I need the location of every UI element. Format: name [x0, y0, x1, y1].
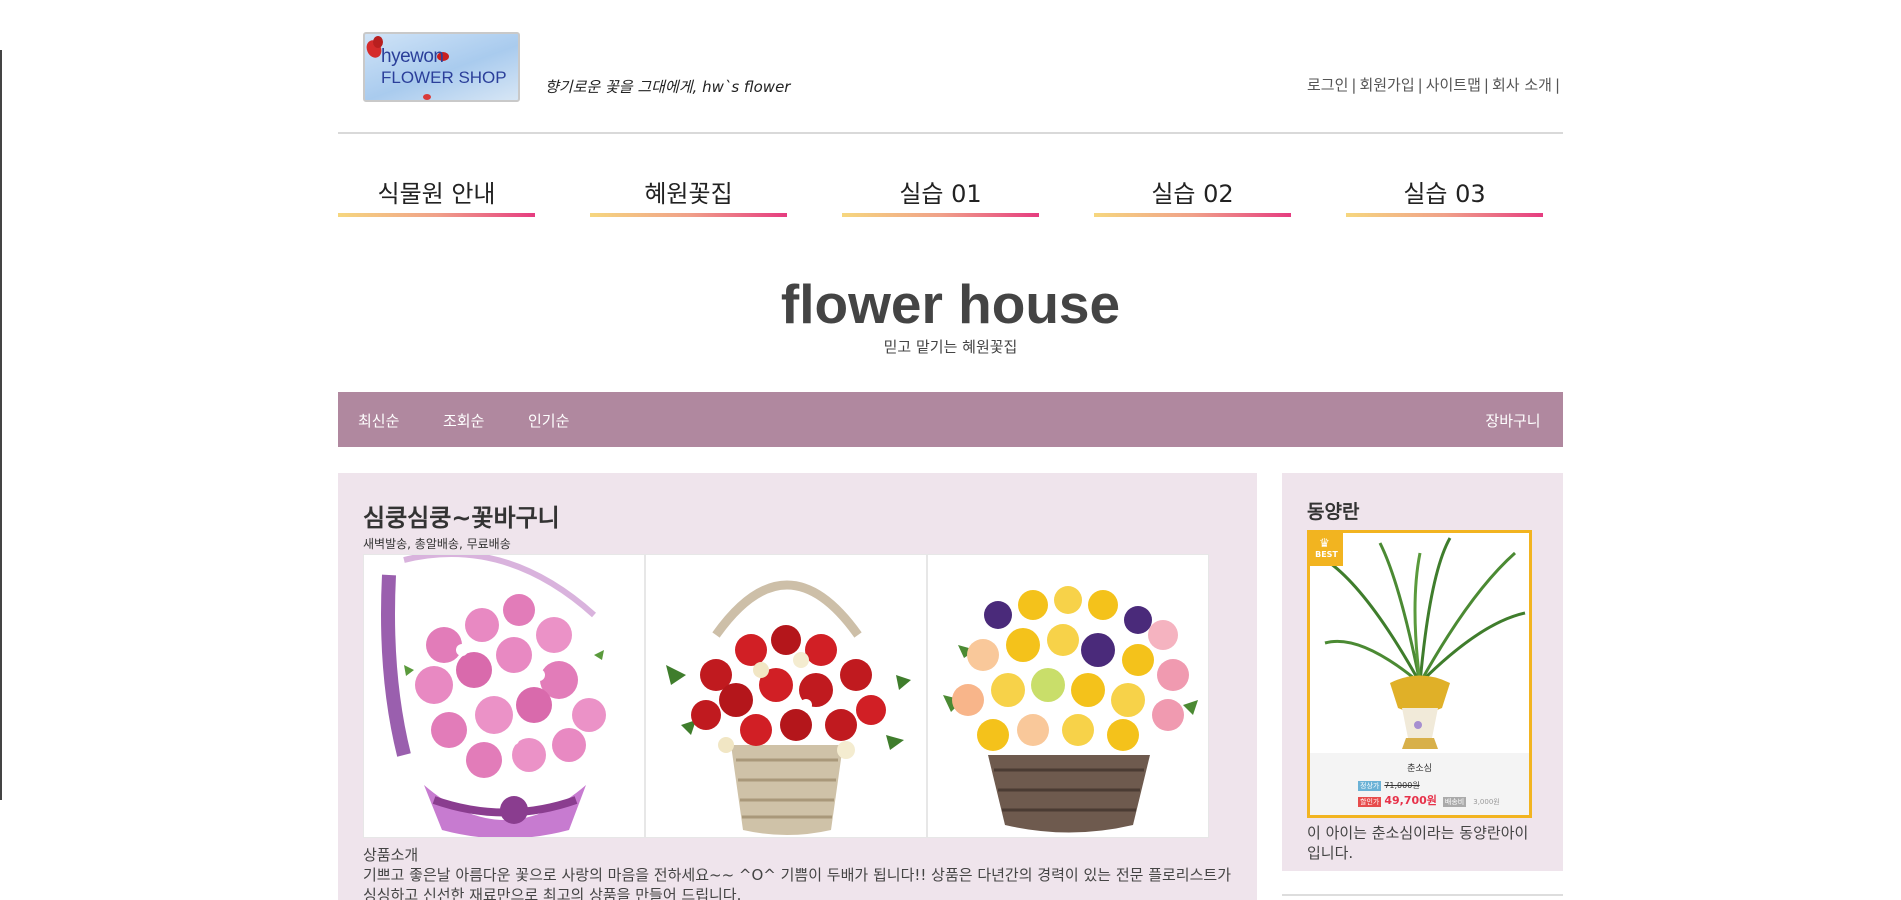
page-title: flower house	[780, 273, 1121, 335]
sort-tab-views[interactable]: 조회순	[443, 410, 484, 431]
link-separator: |	[1483, 76, 1489, 94]
product-image-pink-basket[interactable]	[363, 554, 645, 838]
nav-item-practice-02[interactable]: 실습 02	[1094, 174, 1291, 217]
site-slogan: 향기로운 꽃을 그대에게, hw`s flower	[545, 78, 791, 96]
shipping-tag: 배송비	[1442, 797, 1467, 807]
side-panel: 동양란 ♛ BEST 춘소심 정상가 71,000원 할인가 49,700원 배송비 3,…	[1282, 473, 1563, 871]
side-title: 동양란	[1307, 501, 1360, 523]
old-price: 71,000원	[1384, 781, 1420, 790]
cart-link[interactable]: 장바구니	[1463, 410, 1563, 431]
product-gallery	[363, 554, 1232, 838]
card-info: 춘소심 정상가 71,000원 할인가 49,700원 배송비 3,000원	[1310, 753, 1529, 815]
nav-item-practice-03[interactable]: 실습 03	[1346, 174, 1543, 217]
product-panel: 심쿵심쿵~꽃바구니 새벽발송, 총알배송, 무료배송 상품소개 기쁘고 좋은날 …	[338, 473, 1257, 900]
product-desc-title: 상품소개	[363, 846, 419, 864]
login-link[interactable]: 로그인	[1307, 76, 1348, 94]
main-nav: 식물원 안내 혜원꽃집 실습 01 실습 02 실습 03	[338, 134, 1563, 254]
pink-basket-illustration	[381, 555, 606, 837]
link-separator: |	[1417, 76, 1423, 94]
nav-underline	[1094, 213, 1291, 217]
orchid-product-card[interactable]: ♛ BEST 춘소심 정상가 71,000원 할인가 49,700원 배송비 3,000원	[1307, 530, 1532, 818]
nav-underline	[842, 213, 1039, 217]
hero-section: flower house 믿고 맡기는 혜원꽃집	[338, 254, 1563, 392]
nav-item-label: 혜원꽃집	[644, 180, 733, 208]
link-separator: |	[1351, 76, 1357, 94]
nav-underline	[338, 213, 535, 217]
nav-item-label: 실습 03	[1403, 180, 1486, 208]
site-header: hyewon FLOWER SHOP 향기로운 꽃을 그대에게, hw`s fl…	[338, 0, 1563, 134]
card-list-price: 정상가 71,000원	[1358, 780, 1420, 791]
nav-item-label: 실습 02	[1151, 180, 1234, 208]
nav-underline	[590, 213, 787, 217]
nav-item-label: 식물원 안내	[377, 180, 496, 208]
product-image-yellow-basket[interactable]	[927, 554, 1209, 838]
shipping-price: 3,000원	[1473, 798, 1500, 806]
page-subtitle: 믿고 맡기는 혜원꽃집	[883, 338, 1018, 356]
product-image-red-basket[interactable]	[645, 554, 927, 838]
side-note: 이 아이는 춘소심이라는 동양란아이입니다.	[1307, 824, 1529, 862]
new-price: 49,700원	[1384, 794, 1437, 807]
product-shipping: 새벽발송, 총알배송, 무료배송	[363, 537, 511, 551]
sort-bar: 최신순 조회순 인기순 장바구니	[338, 392, 1563, 447]
site-logo[interactable]: hyewon FLOWER SHOP	[363, 32, 520, 102]
list-price-tag: 정상가	[1358, 781, 1382, 791]
window-edge	[0, 50, 2, 800]
logo-text-line2: FLOWER SHOP	[381, 68, 507, 87]
sort-tab-newest[interactable]: 최신순	[358, 410, 399, 431]
sort-tab-popular[interactable]: 인기순	[528, 410, 569, 431]
sitemap-link[interactable]: 사이트맵	[1426, 76, 1481, 94]
nav-underline	[1346, 213, 1543, 217]
side-panel-divider	[1282, 894, 1563, 898]
product-description: 기쁘고 좋은날 아름다운 꽃으로 사랑의 마음을 전하세요~~ ^O^ 기쁨이 …	[363, 866, 1232, 900]
nav-item-practice-01[interactable]: 실습 01	[842, 174, 1039, 217]
orchid-illustration	[1324, 537, 1526, 749]
signup-link[interactable]: 회원가입	[1359, 76, 1414, 94]
page-container: hyewon FLOWER SHOP 향기로운 꽃을 그대에게, hw`s fl…	[338, 0, 1563, 900]
about-link[interactable]: 회사 소개	[1492, 76, 1552, 94]
top-links: 로그인 | 회원가입 | 사이트맵 | 회사 소개 |	[1307, 74, 1563, 95]
product-title: 심쿵심쿵~꽃바구니	[363, 504, 560, 532]
card-sale-price: 할인가 49,700원 배송비 3,000원	[1358, 792, 1500, 808]
best-badge: ♛ BEST	[1310, 533, 1343, 566]
nav-item-flower-shop[interactable]: 혜원꽃집	[590, 174, 787, 217]
red-basket-illustration	[666, 580, 911, 835]
link-separator: |	[1554, 76, 1560, 94]
logo-text-line1: hyewon	[381, 46, 444, 67]
best-badge-label: BEST	[1315, 550, 1338, 559]
sale-price-tag: 할인가	[1358, 797, 1382, 807]
card-product-name: 춘소심	[1407, 764, 1432, 774]
crown-icon: ♛	[1319, 536, 1330, 550]
nav-item-garden-guide[interactable]: 식물원 안내	[338, 174, 535, 217]
logo-flower-petal	[423, 94, 431, 100]
nav-item-label: 실습 01	[899, 180, 982, 208]
yellow-basket-illustration	[943, 586, 1198, 833]
